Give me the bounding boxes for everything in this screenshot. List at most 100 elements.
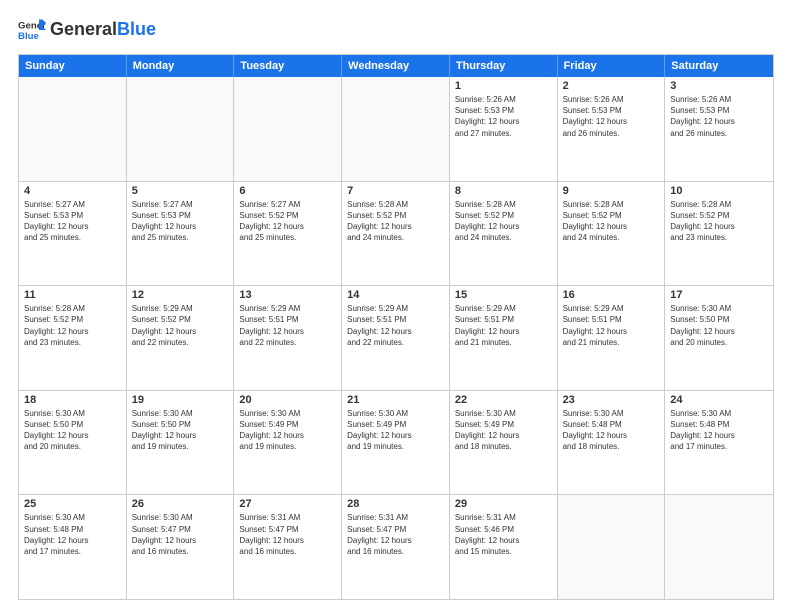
calendar-cell: 2 Sunrise: 5:26 AM Sunset: 5:53 PM Daylig… <box>558 77 666 181</box>
calendar-row: 18Sunrise: 5:30 AM Sunset: 5:50 PM Dayli… <box>19 390 773 495</box>
day-number: 6 <box>239 185 336 197</box>
day-number: 9 <box>563 185 660 197</box>
calendar-row: 25 Sunrise: 5:30 AM Sunset: 5:48 PM Dayli… <box>19 494 773 599</box>
day-info: Sunrise: 5:26 AM Sunset: 5:53 PM Dayligh… <box>455 94 552 139</box>
day-number: 14 <box>347 289 444 301</box>
svg-text:Blue: Blue <box>18 31 39 42</box>
day-number: 10 <box>670 185 768 197</box>
day-number: 19 <box>132 394 229 406</box>
day-number: 17 <box>670 289 768 301</box>
calendar-cell: 3 Sunrise: 5:26 AM Sunset: 5:53 PM Daylig… <box>665 77 773 181</box>
calendar-cell: 14 Sunrise: 5:29 AM Sunset: 5:51 PM Dayli… <box>342 286 450 390</box>
day-info: Sunrise: 5:30 AM Sunset: 5:50 PM Dayligh… <box>670 303 768 348</box>
day-number: 24 <box>670 394 768 406</box>
day-info: Sunrise: 5:30 AM Sunset: 5:50 PM Dayligh… <box>24 408 121 453</box>
logo-icon: General Blue <box>18 16 46 44</box>
day-info: Sunrise: 5:30 AM Sunset: 5:50 PM Dayligh… <box>132 408 229 453</box>
day-info: Sunrise: 5:26 AM Sunset: 5:53 PM Dayligh… <box>670 94 768 139</box>
day-info: Sunrise: 5:27 AM Sunset: 5:53 PM Dayligh… <box>24 199 121 244</box>
calendar-header: SundayMondayTuesdayWednesdayThursdayFrid… <box>19 55 773 77</box>
calendar: SundayMondayTuesdayWednesdayThursdayFrid… <box>18 54 774 600</box>
day-info: Sunrise: 5:30 AM Sunset: 5:49 PM Dayligh… <box>239 408 336 453</box>
calendar-cell: 24 Sunrise: 5:30 AM Sunset: 5:48 PM Dayli… <box>665 391 773 495</box>
calendar-cell <box>19 77 127 181</box>
day-number: 22 <box>455 394 552 406</box>
calendar-cell: 19 Sunrise: 5:30 AM Sunset: 5:50 PM Dayli… <box>127 391 235 495</box>
calendar-cell <box>558 495 666 599</box>
day-info: Sunrise: 5:30 AM Sunset: 5:49 PM Dayligh… <box>455 408 552 453</box>
day-info: Sunrise: 5:31 AM Sunset: 5:47 PM Dayligh… <box>347 512 444 557</box>
calendar-header-cell: Thursday <box>450 55 558 77</box>
day-number: 4 <box>24 185 121 197</box>
day-number: 1 <box>455 80 552 92</box>
day-info: Sunrise: 5:31 AM Sunset: 5:47 PM Dayligh… <box>239 512 336 557</box>
day-number: 29 <box>455 498 552 510</box>
calendar-cell: 21Sunrise: 5:30 AM Sunset: 5:49 PM Dayli… <box>342 391 450 495</box>
calendar-header-cell: Friday <box>558 55 666 77</box>
day-info: Sunrise: 5:27 AM Sunset: 5:52 PM Dayligh… <box>239 199 336 244</box>
calendar-cell: 6 Sunrise: 5:27 AM Sunset: 5:52 PM Daylig… <box>234 182 342 286</box>
calendar-cell <box>127 77 235 181</box>
day-number: 13 <box>239 289 336 301</box>
day-info: Sunrise: 5:29 AM Sunset: 5:52 PM Dayligh… <box>132 303 229 348</box>
day-number: 5 <box>132 185 229 197</box>
calendar-cell: 18Sunrise: 5:30 AM Sunset: 5:50 PM Dayli… <box>19 391 127 495</box>
day-number: 7 <box>347 185 444 197</box>
day-info: Sunrise: 5:27 AM Sunset: 5:53 PM Dayligh… <box>132 199 229 244</box>
day-info: Sunrise: 5:28 AM Sunset: 5:52 PM Dayligh… <box>563 199 660 244</box>
calendar-cell: 8Sunrise: 5:28 AM Sunset: 5:52 PM Daylig… <box>450 182 558 286</box>
calendar-cell: 20 Sunrise: 5:30 AM Sunset: 5:49 PM Dayli… <box>234 391 342 495</box>
calendar-cell: 12 Sunrise: 5:29 AM Sunset: 5:52 PM Dayli… <box>127 286 235 390</box>
day-number: 3 <box>670 80 768 92</box>
calendar-cell: 9 Sunrise: 5:28 AM Sunset: 5:52 PM Daylig… <box>558 182 666 286</box>
day-info: Sunrise: 5:30 AM Sunset: 5:47 PM Dayligh… <box>132 512 229 557</box>
day-number: 23 <box>563 394 660 406</box>
logo: General Blue GeneralBlue <box>18 16 156 44</box>
calendar-cell: 22 Sunrise: 5:30 AM Sunset: 5:49 PM Dayli… <box>450 391 558 495</box>
calendar-cell: 4 Sunrise: 5:27 AM Sunset: 5:53 PM Daylig… <box>19 182 127 286</box>
calendar-cell: 25 Sunrise: 5:30 AM Sunset: 5:48 PM Dayli… <box>19 495 127 599</box>
day-number: 27 <box>239 498 336 510</box>
day-info: Sunrise: 5:29 AM Sunset: 5:51 PM Dayligh… <box>563 303 660 348</box>
calendar-header-cell: Saturday <box>665 55 773 77</box>
day-info: Sunrise: 5:30 AM Sunset: 5:49 PM Dayligh… <box>347 408 444 453</box>
day-info: Sunrise: 5:30 AM Sunset: 5:48 PM Dayligh… <box>670 408 768 453</box>
day-info: Sunrise: 5:28 AM Sunset: 5:52 PM Dayligh… <box>347 199 444 244</box>
calendar-cell: 28 Sunrise: 5:31 AM Sunset: 5:47 PM Dayli… <box>342 495 450 599</box>
day-info: Sunrise: 5:28 AM Sunset: 5:52 PM Dayligh… <box>670 199 768 244</box>
calendar-cell: 16 Sunrise: 5:29 AM Sunset: 5:51 PM Dayli… <box>558 286 666 390</box>
calendar-row: 11 Sunrise: 5:28 AM Sunset: 5:52 PM Dayli… <box>19 285 773 390</box>
day-info: Sunrise: 5:28 AM Sunset: 5:52 PM Dayligh… <box>455 199 552 244</box>
day-info: Sunrise: 5:31 AM Sunset: 5:46 PM Dayligh… <box>455 512 552 557</box>
calendar-cell: 17 Sunrise: 5:30 AM Sunset: 5:50 PM Dayli… <box>665 286 773 390</box>
calendar-cell: 11 Sunrise: 5:28 AM Sunset: 5:52 PM Dayli… <box>19 286 127 390</box>
day-number: 20 <box>239 394 336 406</box>
calendar-row: 1 Sunrise: 5:26 AM Sunset: 5:53 PM Daylig… <box>19 77 773 181</box>
day-info: Sunrise: 5:30 AM Sunset: 5:48 PM Dayligh… <box>24 512 121 557</box>
calendar-cell: 7 Sunrise: 5:28 AM Sunset: 5:52 PM Daylig… <box>342 182 450 286</box>
day-number: 2 <box>563 80 660 92</box>
day-number: 26 <box>132 498 229 510</box>
header: General Blue GeneralBlue <box>18 16 774 44</box>
day-info: Sunrise: 5:28 AM Sunset: 5:52 PM Dayligh… <box>24 303 121 348</box>
day-info: Sunrise: 5:29 AM Sunset: 5:51 PM Dayligh… <box>455 303 552 348</box>
day-info: Sunrise: 5:29 AM Sunset: 5:51 PM Dayligh… <box>239 303 336 348</box>
day-info: Sunrise: 5:26 AM Sunset: 5:53 PM Dayligh… <box>563 94 660 139</box>
calendar-cell: 5 Sunrise: 5:27 AM Sunset: 5:53 PM Daylig… <box>127 182 235 286</box>
logo-text: GeneralBlue <box>50 20 156 40</box>
day-number: 11 <box>24 289 121 301</box>
calendar-body: 1 Sunrise: 5:26 AM Sunset: 5:53 PM Daylig… <box>19 77 773 599</box>
day-number: 28 <box>347 498 444 510</box>
day-info: Sunrise: 5:29 AM Sunset: 5:51 PM Dayligh… <box>347 303 444 348</box>
day-number: 16 <box>563 289 660 301</box>
calendar-cell <box>665 495 773 599</box>
calendar-cell: 26 Sunrise: 5:30 AM Sunset: 5:47 PM Dayli… <box>127 495 235 599</box>
calendar-cell: 15 Sunrise: 5:29 AM Sunset: 5:51 PM Dayli… <box>450 286 558 390</box>
day-number: 15 <box>455 289 552 301</box>
day-number: 12 <box>132 289 229 301</box>
day-number: 25 <box>24 498 121 510</box>
calendar-header-cell: Monday <box>127 55 235 77</box>
calendar-cell <box>234 77 342 181</box>
calendar-cell <box>342 77 450 181</box>
calendar-cell: 13 Sunrise: 5:29 AM Sunset: 5:51 PM Dayli… <box>234 286 342 390</box>
